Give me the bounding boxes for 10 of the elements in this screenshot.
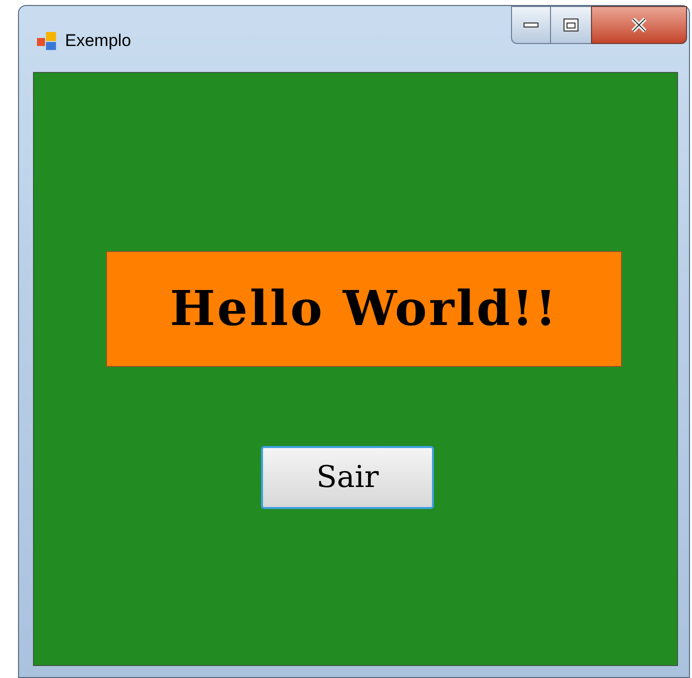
app-icon: [37, 32, 57, 50]
close-button[interactable]: [591, 6, 687, 44]
maximize-icon: [563, 18, 579, 32]
minimize-button[interactable]: [511, 6, 551, 44]
exit-button[interactable]: Sair: [261, 446, 434, 509]
minimize-icon: [523, 22, 539, 28]
window-title: Exemplo: [65, 30, 132, 52]
hello-label: Hello World!!: [106, 251, 622, 367]
maximize-button[interactable]: [551, 6, 591, 44]
close-icon: [630, 17, 648, 33]
